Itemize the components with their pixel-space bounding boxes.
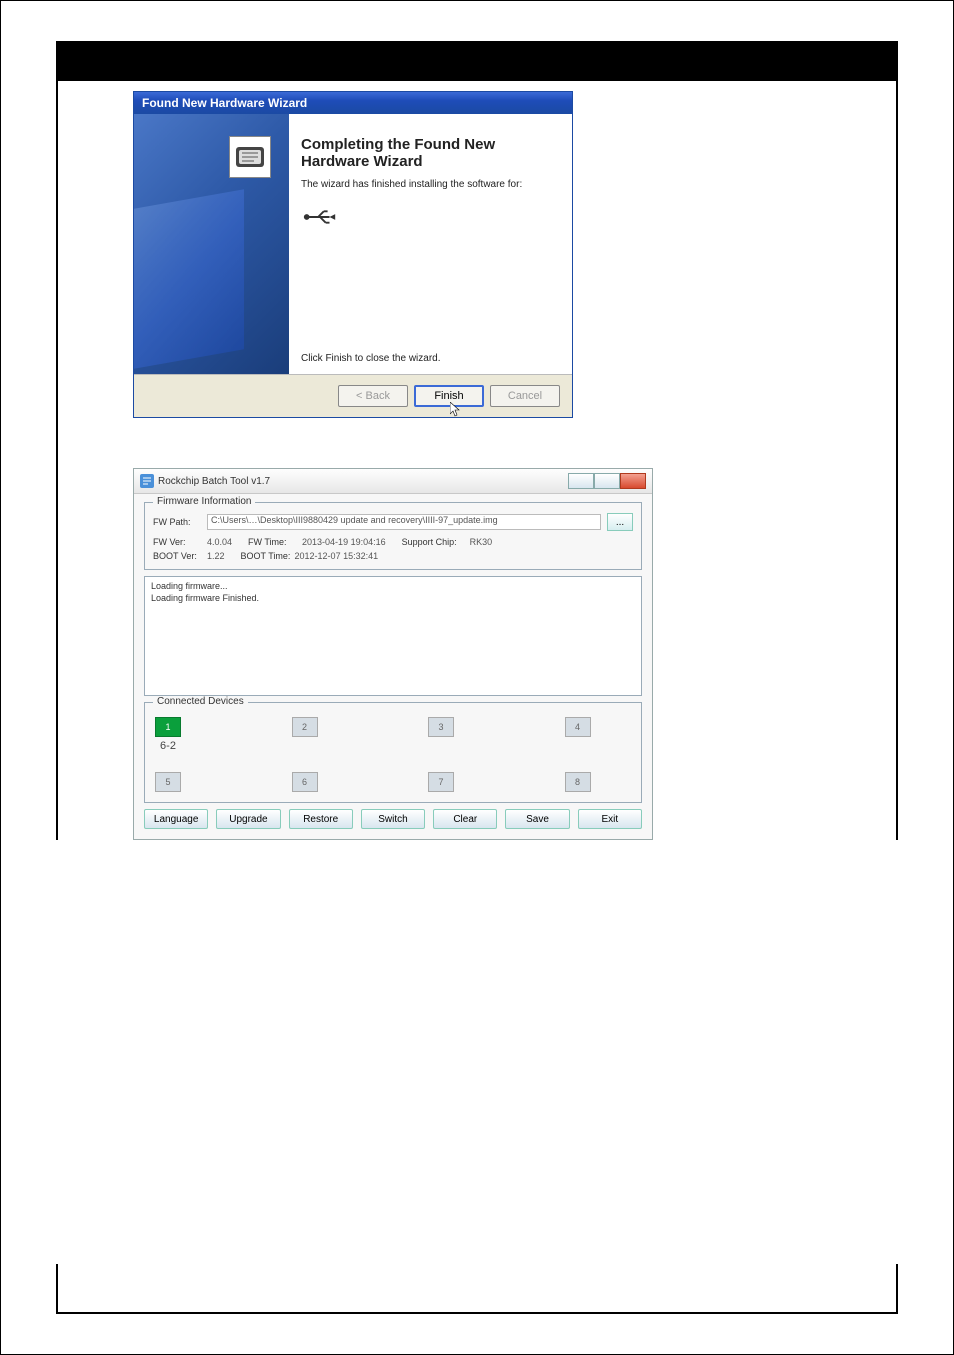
clear-button[interactable]: Clear [433, 809, 497, 829]
wizard-window: Found New Hardware Wizard Completing the… [133, 91, 573, 418]
device-slot-4[interactable]: 4 [565, 717, 591, 737]
device-icon [229, 136, 271, 178]
fw-time-label: FW Time: [248, 537, 298, 547]
wizard-close-text: Click Finish to close the wizard. [301, 353, 441, 364]
log-line: Loading firmware... [151, 581, 635, 593]
support-chip-value: RK30 [470, 537, 493, 547]
app-icon [140, 474, 154, 488]
connected-devices-group: Connected Devices 1 6-2 2 3 4 5 6 7 8 [144, 702, 642, 803]
cancel-button: Cancel [490, 385, 560, 407]
device-slot-5[interactable]: 5 [155, 772, 181, 792]
device-slot-7[interactable]: 7 [428, 772, 454, 792]
firmware-info-group: Firmware Information FW Path: C:\Users\…… [144, 502, 642, 570]
page-header-bar [56, 41, 898, 81]
language-button[interactable]: Language [144, 809, 208, 829]
upgrade-button[interactable]: Upgrade [216, 809, 280, 829]
boot-ver-value: 1.22 [207, 551, 225, 561]
boot-ver-label: BOOT Ver: [153, 551, 203, 561]
rockchip-window: Rockchip Batch Tool v1.7 Firmware Inform… [133, 468, 653, 840]
log-area: Loading firmware... Loading firmware Fin… [144, 576, 642, 696]
log-line: Loading firmware Finished. [151, 593, 635, 605]
wizard-title: Found New Hardware Wizard [142, 96, 307, 110]
maximize-button[interactable] [594, 473, 620, 489]
wizard-sidebar-graphic [134, 114, 289, 374]
firmware-info-legend: Firmware Information [153, 496, 255, 507]
fw-path-label: FW Path: [153, 517, 201, 527]
switch-button[interactable]: Switch [361, 809, 425, 829]
device-slot-2[interactable]: 2 [292, 717, 318, 737]
close-button[interactable] [620, 473, 646, 489]
wizard-titlebar: Found New Hardware Wizard [134, 92, 572, 114]
device-slot-8[interactable]: 8 [565, 772, 591, 792]
device-slot-1-sub: 6-2 [160, 740, 176, 752]
rockchip-title: Rockchip Batch Tool v1.7 [158, 476, 568, 487]
fw-time-value: 2013-04-19 19:04:16 [302, 537, 386, 547]
device-slot-6[interactable]: 6 [292, 772, 318, 792]
boot-time-value: 2012-12-07 15:32:41 [295, 551, 379, 561]
minimize-button[interactable] [568, 473, 594, 489]
page-footer-bar [56, 1264, 898, 1314]
restore-button[interactable]: Restore [289, 809, 353, 829]
back-button: < Back [338, 385, 408, 407]
device-slot-1[interactable]: 1 [155, 717, 181, 737]
wizard-heading: Completing the Found New Hardware Wizard [301, 136, 552, 171]
rockchip-titlebar: Rockchip Batch Tool v1.7 [134, 469, 652, 494]
wizard-subtext: The wizard has finished installing the s… [301, 179, 552, 190]
browse-button[interactable]: ... [607, 513, 633, 531]
content-area: Found New Hardware Wizard Completing the… [56, 81, 898, 840]
fw-path-value: C:\Users\…\Desktop\III9880429 update and… [207, 514, 601, 530]
exit-button[interactable]: Exit [578, 809, 642, 829]
save-button[interactable]: Save [505, 809, 569, 829]
boot-time-label: BOOT Time: [241, 551, 291, 561]
support-chip-label: Support Chip: [402, 537, 466, 547]
device-slot-3[interactable]: 3 [428, 717, 454, 737]
fw-ver-value: 4.0.04 [207, 537, 232, 547]
devices-legend: Connected Devices [153, 696, 248, 707]
usb-icon [301, 208, 552, 229]
fw-ver-label: FW Ver: [153, 537, 203, 547]
finish-button[interactable]: Finish [414, 385, 484, 407]
